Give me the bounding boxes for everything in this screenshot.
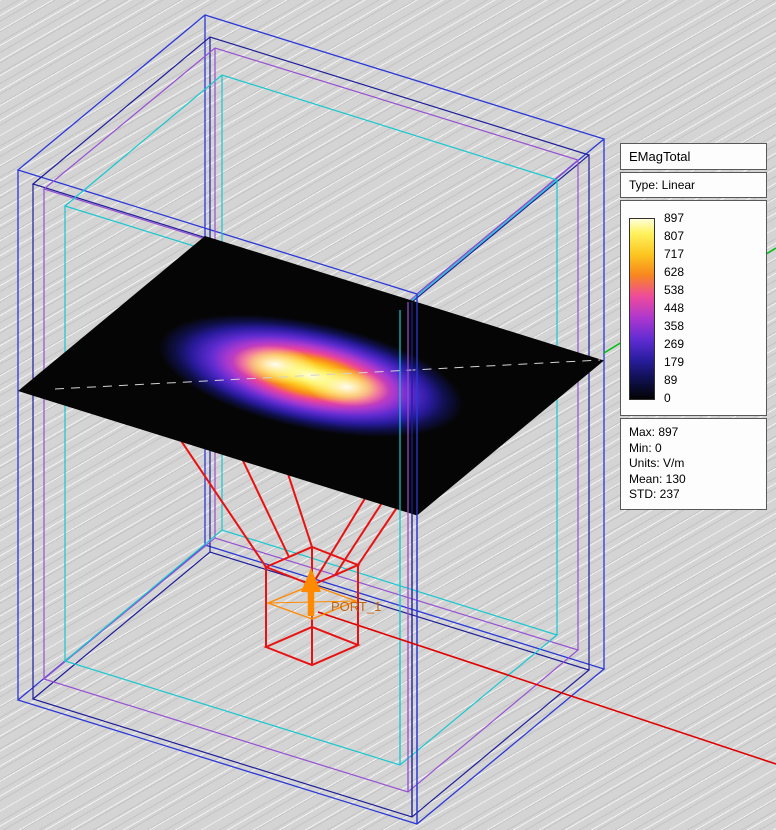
axis-x-red [318,612,776,764]
colorbar-tick-labels: 897 807 717 628 538 448 358 269 179 89 0 [664,209,684,407]
stat-max: Max: 897 [629,425,758,441]
colorbar-tick-label: 897 [664,209,684,227]
stat-std: STD: 237 [629,487,758,503]
simulation-3d-viewport[interactable]: PORT_1 EMagTotal Type: Linear 897 807 71… [0,0,776,830]
legend-quantity-title: EMagTotal [620,143,767,170]
colorbar-tick-label: 628 [664,263,684,281]
colorbar-tick-label: 538 [664,281,684,299]
legend-statistics: Max: 897 Min: 0 Units: V/m Mean: 130 STD… [620,418,767,510]
colorbar-tick-label: 448 [664,299,684,317]
colorbar-tick-label: 807 [664,227,684,245]
field-legend-panel[interactable]: EMagTotal Type: Linear 897 807 717 628 5… [620,143,767,512]
colorbar-gradient [629,218,655,400]
stat-min: Min: 0 [629,441,758,457]
colorbar-tick-label: 717 [664,245,684,263]
port-label: PORT_1 [331,599,381,614]
colorbar-tick-label: 269 [664,335,684,353]
colorbar-tick-label: 179 [664,353,684,371]
stat-units: Units: V/m [629,456,758,472]
legend-scale-type: Type: Linear [620,172,767,198]
colorbar-tick-label: 0 [664,389,684,407]
colorbar-tick-label: 89 [664,371,684,389]
colorbar-tick-label: 358 [664,317,684,335]
stat-mean: Mean: 130 [629,472,758,488]
legend-colorbar[interactable]: 897 807 717 628 538 448 358 269 179 89 0 [620,200,767,416]
